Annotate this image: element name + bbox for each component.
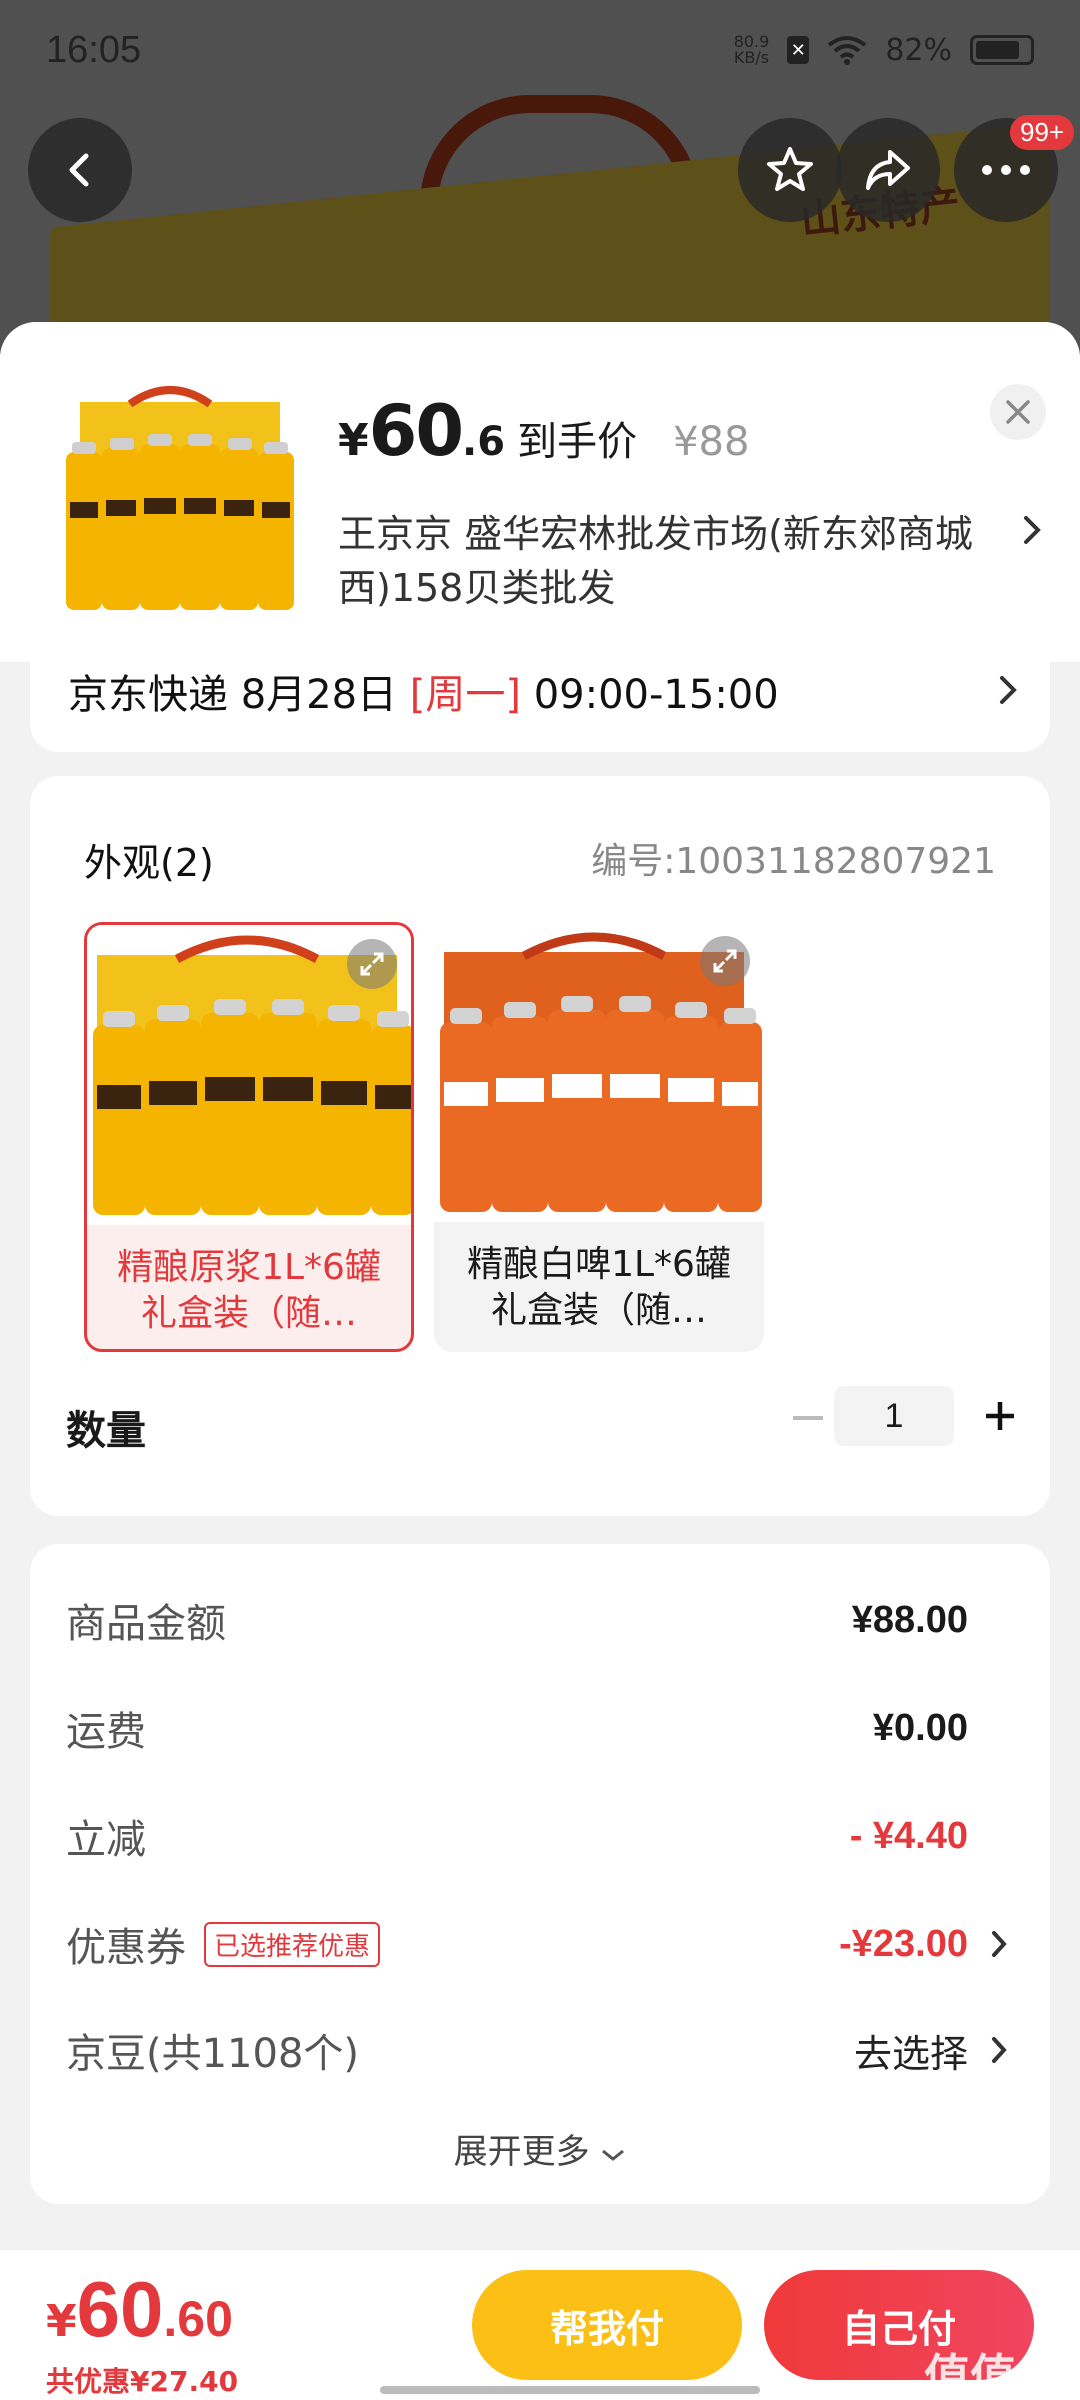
original-price: ¥88 <box>673 419 750 465</box>
close-sheet-button[interactable] <box>990 384 1046 440</box>
variant-label: 精酿原浆1L*6罐礼盒装（随… <box>117 1247 381 1334</box>
share-button[interactable] <box>836 118 940 222</box>
cost-label: 运费 <box>66 1709 146 1755</box>
status-time: 16:05 <box>46 28 142 71</box>
total-savings: 共优惠¥27.40 <box>46 2365 239 2398</box>
plus-icon <box>986 1402 1014 1430</box>
delivery-carrier-date: 京东快递 8月28日 <box>68 672 410 718</box>
battery-percent: 82% <box>885 32 952 68</box>
expand-more-link[interactable]: 展开更多 <box>30 2124 1050 2173</box>
delivery-chevron-icon <box>1000 676 1017 704</box>
product-thumbnail-image <box>66 386 294 610</box>
quantity-increase-button[interactable] <box>970 1386 1030 1446</box>
variant-option-white[interactable]: 精酿白啤1L*6罐礼盒装（随… <box>434 922 764 1352</box>
expand-image-icon[interactable] <box>347 939 397 989</box>
cost-value: 去选择 <box>853 2031 968 2076</box>
sheet-header: ¥ 60 .6 到手价 ¥88 王京京 盛华宏林批发市场(新东郊商城西)158贝… <box>0 322 1080 662</box>
cost-row-discount: 立减 - ¥4.40 <box>66 1806 1014 1866</box>
jingdou-chevron-icon <box>992 2037 1007 2063</box>
variant-option-original[interactable]: 精酿原浆1L*6罐礼盒装（随… <box>84 922 414 1352</box>
cost-row-shipping: 运费 ¥0.00 <box>66 1698 1014 1758</box>
help-me-pay-button[interactable]: 帮我付 <box>472 2270 742 2380</box>
address-chevron-icon[interactable] <box>1020 512 1044 548</box>
cost-label: 京豆(共1108个) <box>66 2031 360 2077</box>
cost-value: ¥0.00 <box>872 1706 968 1749</box>
price-decimal: .6 <box>462 419 506 465</box>
delivery-info: 京东快递 8月28日 [周一] 09:00-15:00 <box>68 662 779 720</box>
price-integer: 60 <box>368 390 464 472</box>
purchase-sheet: ¥ 60 .6 到手价 ¥88 王京京 盛华宏林批发市场(新东郊商城西)158贝… <box>0 322 1080 2400</box>
quantity-decrease-button[interactable] <box>778 1388 838 1448</box>
coupon-chevron-icon <box>992 1931 1007 1957</box>
delivery-time: 09:00-15:00 <box>521 672 779 718</box>
bottom-action-bar: ¥ 60 .60 共优惠¥27.40 帮我付 自己付 <box>0 2250 1080 2400</box>
variant-card: 外观(2) 编号:10031182807921 精酿原浆1L*6罐礼盒装（随… … <box>30 776 1050 1516</box>
delivery-card[interactable]: 京东快递 8月28日 [周一] 09:00-15:00 <box>30 652 1050 752</box>
net-speed-unit: KB/s <box>733 48 770 67</box>
network-speed: 80.9 KB/s <box>734 34 770 66</box>
price-symbol: ¥ <box>338 415 369 466</box>
no-sim-icon: ✕ <box>787 36 810 64</box>
share-icon <box>866 150 910 190</box>
delivery-address[interactable]: 王京京 盛华宏林批发市场(新东郊商城西)158贝类批发 <box>338 507 978 615</box>
status-bar: 16:05 80.9 KB/s ✕ 82% <box>0 0 1080 100</box>
variant-label: 精酿白啤1L*6罐礼盒装（随… <box>467 1244 731 1331</box>
back-arrow-icon <box>69 153 89 187</box>
battery-icon <box>970 35 1034 65</box>
more-dots-icon <box>982 165 1030 175</box>
minus-icon <box>793 1416 823 1420</box>
cost-label: 商品金额 <box>66 1601 226 1647</box>
close-icon <box>1006 400 1030 424</box>
delivery-weekday: [周一] <box>409 672 521 718</box>
cost-label: 立减 <box>66 1817 146 1863</box>
total-integer: 60 <box>76 2265 164 2353</box>
cost-label: 优惠券 <box>66 1925 186 1971</box>
cost-value: - ¥4.40 <box>849 1814 968 1857</box>
expand-more-label: 展开更多 <box>453 2132 590 2172</box>
watermark-url: zhizhizhi.com <box>961 2380 1056 2396</box>
price-row: ¥ 60 .6 到手价 ¥88 <box>338 390 749 472</box>
sku-number: 编号:10031182807921 <box>591 841 996 882</box>
chevron-down-icon <box>602 2149 625 2161</box>
cost-value: ¥88.00 <box>851 1598 968 1641</box>
star-icon <box>767 147 813 191</box>
favorite-button[interactable] <box>738 118 842 222</box>
message-badge: 99+ <box>1010 115 1075 150</box>
quantity-label: 数量 <box>66 1408 146 1454</box>
cost-value: -¥23.00 <box>839 1922 968 1965</box>
cost-row-subtotal: 商品金额 ¥88.00 <box>66 1590 1014 1650</box>
product-thumbnail <box>60 382 300 622</box>
total-decimal: .60 <box>163 2291 233 2347</box>
cost-row-jingdou[interactable]: 京豆(共1108个) 去选择 <box>66 2020 1014 2080</box>
final-price-tag: 到手价 <box>517 419 638 465</box>
wifi-icon <box>828 36 867 65</box>
cost-row-coupon[interactable]: 优惠券 已选推荐优惠 -¥23.00 <box>66 1914 1014 1974</box>
variant-title: 外观(2) <box>84 841 214 885</box>
total-symbol: ¥ <box>46 2296 77 2347</box>
back-button[interactable] <box>28 118 132 222</box>
cost-breakdown-card: 商品金额 ¥88.00 运费 ¥0.00 立减 - ¥4.40 优惠券 已选推荐… <box>30 1544 1050 2204</box>
quantity-input[interactable]: 1 <box>834 1386 954 1446</box>
coupon-recommended-tag: 已选推荐优惠 <box>204 1921 381 1967</box>
home-indicator[interactable] <box>380 2386 760 2394</box>
total-price: ¥ 60 .60 <box>46 2264 233 2355</box>
expand-image-icon[interactable] <box>700 936 750 986</box>
